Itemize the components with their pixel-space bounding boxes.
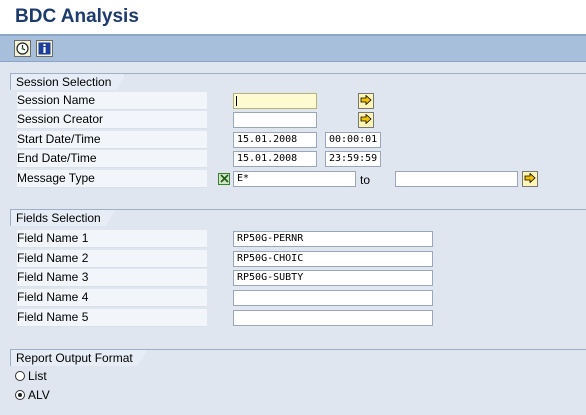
info-icon [38, 42, 51, 55]
radio-list-option[interactable]: List [15, 368, 47, 383]
title-bar: BDC Analysis [0, 0, 586, 34]
execute-icon [16, 42, 29, 55]
start-date-input[interactable]: 15.01.2008 [233, 132, 317, 148]
field-name-4-label: Field Name 4 [17, 289, 207, 307]
field-name-1-label: Field Name 1 [17, 230, 207, 248]
field-name-3-input[interactable]: RP50G-SUBTY [233, 270, 433, 286]
to-label: to [360, 173, 371, 187]
field-name-2-input[interactable]: RP50G-CHOIC [233, 251, 433, 267]
multiple-selection-button[interactable] [522, 171, 538, 187]
radio-unchecked-icon [15, 370, 25, 381]
page-title: BDC Analysis [15, 6, 139, 27]
session-creator-label: Session Creator [17, 111, 207, 129]
application-toolbar [0, 36, 586, 62]
start-time-input[interactable]: 00:00:01 [325, 132, 381, 148]
report-output-group: Report Output Format [11, 349, 586, 409]
selection-option-icon [219, 173, 229, 186]
field-name-5-label: Field Name 5 [17, 309, 207, 327]
end-datetime-label: End Date/Time [17, 150, 207, 168]
session-selection-title: Session Selection [10, 73, 126, 90]
arrow-right-icon [360, 94, 372, 108]
session-name-search-button[interactable] [358, 93, 374, 109]
info-button[interactable] [36, 40, 53, 57]
message-type-to-input[interactable] [395, 171, 518, 187]
session-creator-search-button[interactable] [358, 112, 374, 128]
field-name-2-label: Field Name 2 [17, 250, 207, 268]
message-type-label: Message Type [17, 170, 207, 188]
selection-options-button[interactable] [218, 173, 230, 185]
radio-checked-icon [15, 389, 25, 400]
start-datetime-label: Start Date/Time [17, 131, 207, 149]
message-type-from-input[interactable]: E* [233, 171, 356, 187]
arrow-right-icon [524, 172, 536, 186]
report-output-title: Report Output Format [10, 349, 148, 366]
session-name-input[interactable] [233, 93, 317, 109]
session-name-label: Session Name [17, 92, 207, 110]
field-name-3-label: Field Name 3 [17, 269, 207, 287]
field-name-1-input[interactable]: RP50G-PERNR [233, 231, 433, 247]
radio-list-label: List [28, 368, 47, 383]
session-creator-input[interactable] [233, 112, 317, 128]
radio-alv-option[interactable]: ALV [15, 387, 50, 402]
arrow-right-icon [360, 113, 372, 127]
fields-selection-title: Fields Selection [10, 209, 116, 226]
field-name-5-input[interactable] [233, 310, 433, 326]
end-time-input[interactable]: 23:59:59 [325, 151, 381, 167]
field-name-4-input[interactable] [233, 290, 433, 306]
radio-alv-label: ALV [28, 387, 50, 402]
execute-button[interactable] [14, 40, 31, 57]
end-date-input[interactable]: 15.01.2008 [233, 151, 317, 167]
